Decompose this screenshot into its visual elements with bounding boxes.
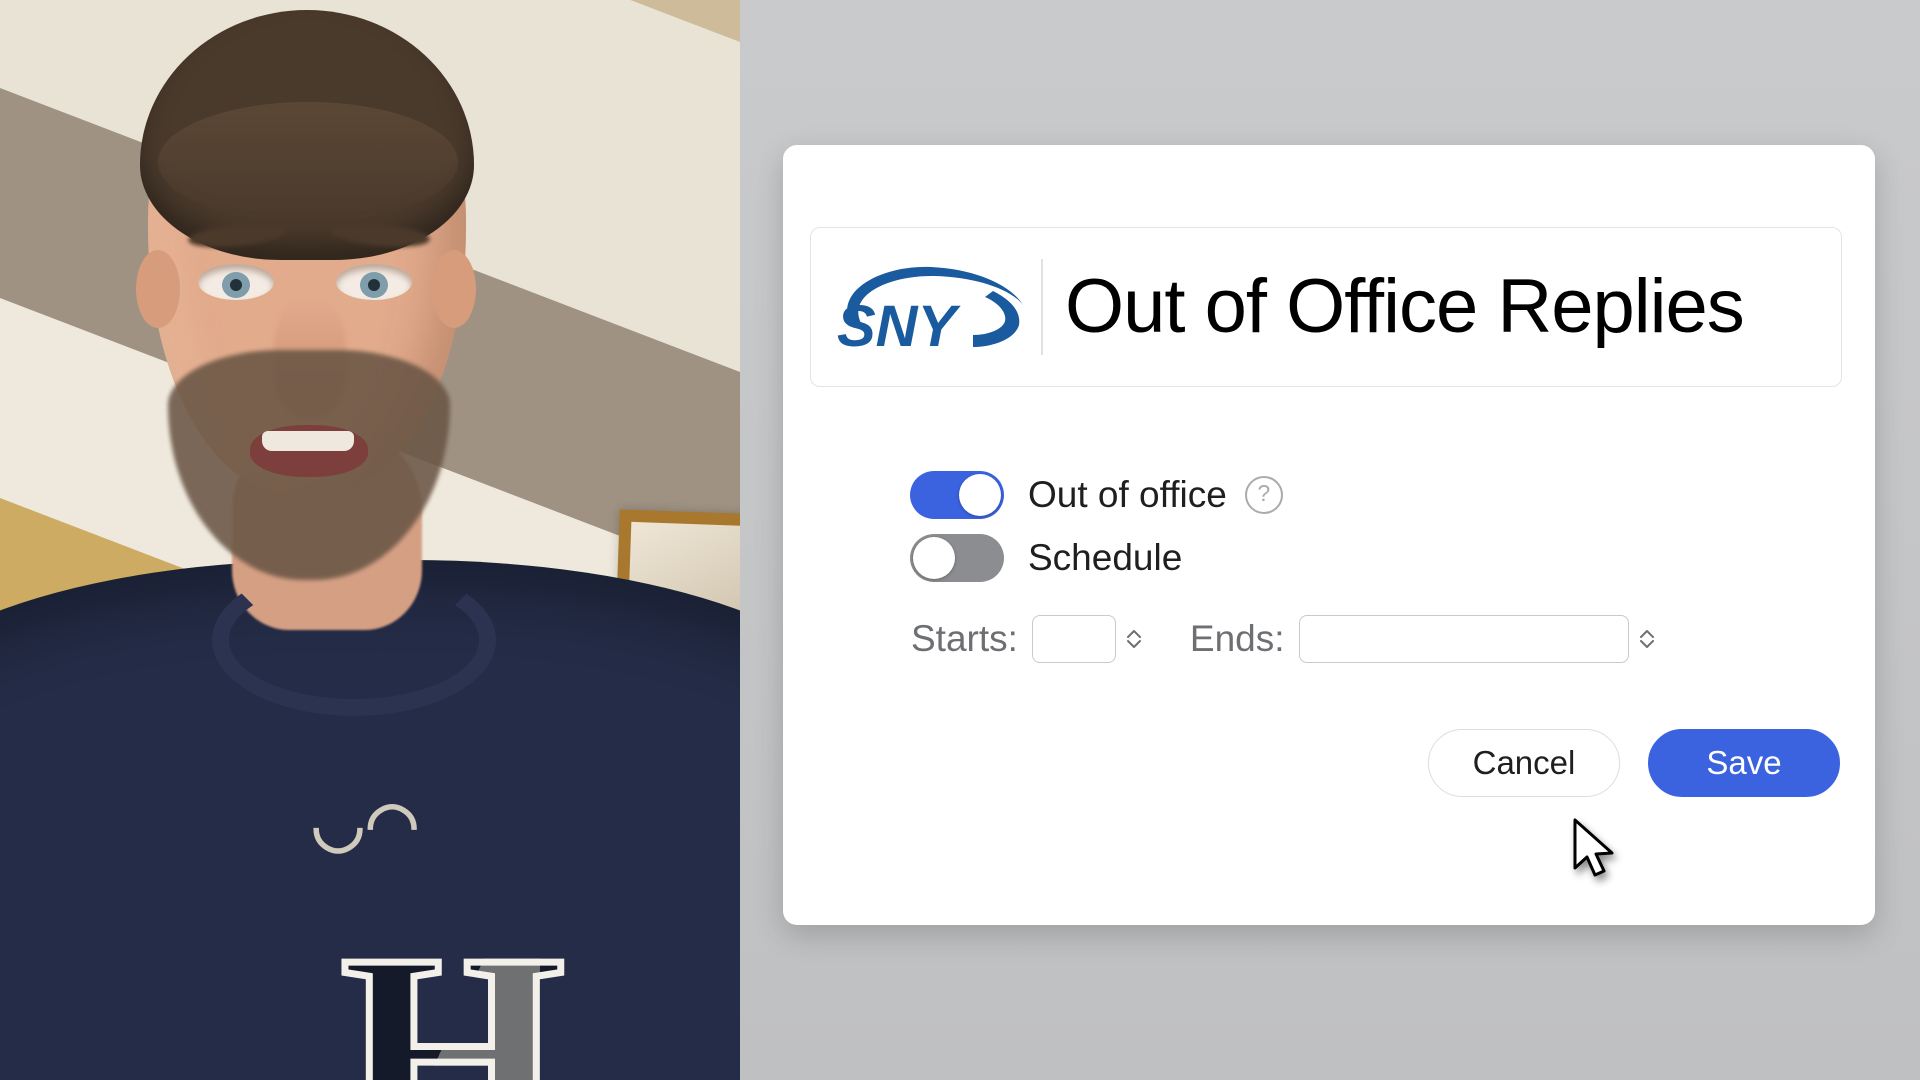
starts-stepper[interactable] [1124,616,1144,662]
out-of-office-toggle[interactable] [910,471,1004,519]
person-eye-left [198,264,274,300]
page-title: Out of Office Replies [1065,264,1745,349]
shirt-letter-h: H [337,906,570,1080]
screen: ◡◠ H LACROSSE SNY Out of Office Replies [0,0,1920,1080]
webcam-video-pane: ◡◠ H LACROSSE [0,0,740,1080]
shirt-collar [212,564,496,716]
toggle-knob [913,537,955,579]
person-mouth [250,425,368,477]
help-question-icon[interactable]: ? [1244,476,1283,514]
dialog-actions: Cancel Save [1428,729,1840,797]
schedule-toggle[interactable] [910,534,1004,582]
starts-input[interactable] [1031,615,1116,663]
ends-label: Ends: [1189,618,1285,659]
save-button[interactable]: Save [1648,729,1840,797]
ends-stepper[interactable] [1637,616,1657,662]
sny-logo-icon: SNY [823,251,1033,363]
out-of-office-row: Out of office ? [910,471,1283,519]
ends-input[interactable] [1298,615,1629,663]
schedule-label: Schedule [1028,537,1183,578]
svg-text:SNY: SNY [837,294,962,359]
out-of-office-label: Out of office [1028,474,1227,515]
dialog-header-box: SNY Out of Office Replies [810,227,1842,387]
out-of-office-dialog: SNY Out of Office Replies Out of office … [783,145,1875,925]
person-ear-right [432,250,476,328]
person-ear-left [136,250,180,328]
schedule-fields-row: Starts: Ends: [911,615,1657,663]
header-divider [1041,259,1043,355]
schedule-row: Schedule [910,534,1182,582]
toggle-knob [959,474,1001,516]
starts-label: Starts: [911,618,1018,659]
under-armour-logo-icon: ◡◠ [311,790,420,859]
cancel-button[interactable]: Cancel [1428,729,1620,797]
person-eye-right [336,264,412,300]
